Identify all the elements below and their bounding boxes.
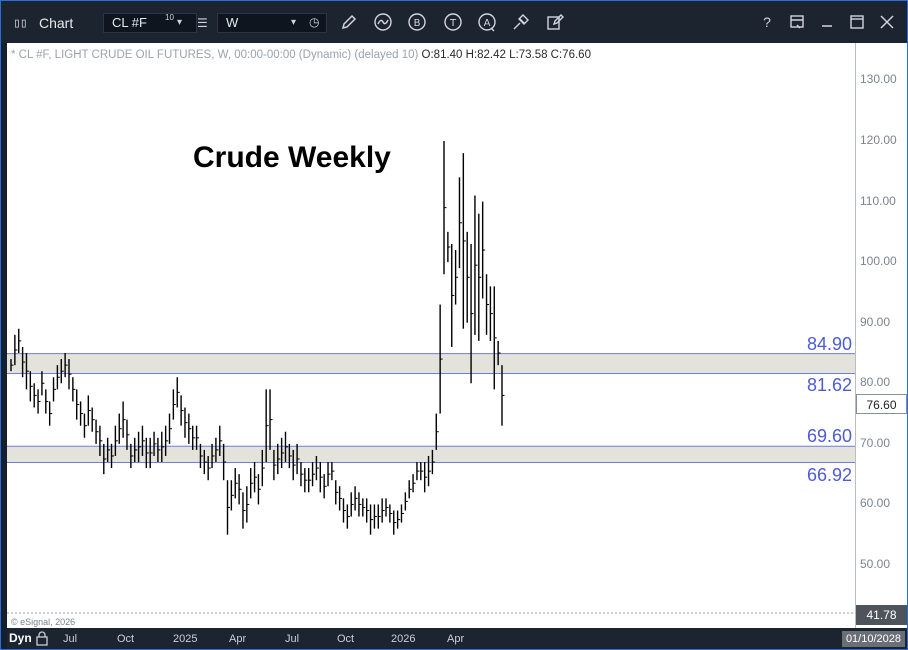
dynamic-mode-label[interactable]: Dyn <box>9 631 32 645</box>
legend-description: * CL #F, LIGHT CRUDE OIL FUTURES, W, 00:… <box>11 49 419 61</box>
y-tick-label: 70.00 <box>860 435 891 450</box>
interval-value: W <box>226 15 239 30</box>
zone-label-66-92: 66.92 <box>807 464 853 485</box>
x-tick-label: Oct <box>337 633 355 645</box>
x-tick-label: Oct <box>117 633 135 645</box>
price-bars <box>10 141 505 535</box>
maximize-icon[interactable] <box>845 11 869 33</box>
edit-icon[interactable] <box>543 11 567 33</box>
close-icon[interactable] <box>875 11 899 33</box>
svg-text:B: B <box>414 18 421 29</box>
wave-icon[interactable] <box>371 11 395 33</box>
date-badge: 01/10/2028 <box>841 631 905 647</box>
x-tick-label: Jul <box>63 633 78 645</box>
list-icon[interactable]: ☰ <box>197 16 208 30</box>
window-title: Chart <box>39 15 74 31</box>
last-price-badge: 76.60 <box>856 393 907 414</box>
copyright: © eSignal, 2026 <box>11 617 76 627</box>
letter-a-icon[interactable]: A <box>475 11 499 33</box>
symbol-value: CL #F <box>112 15 147 30</box>
panel-icon[interactable] <box>785 11 809 33</box>
zone-label-69-60: 69.60 <box>807 426 853 447</box>
legend-ohlc: O:81.40 H:82.42 L:73.58 C:76.60 <box>421 49 591 61</box>
x-tick-label: Jul <box>285 633 300 645</box>
x-tick-label: 2025 <box>173 633 198 645</box>
price-chart <box>7 141 855 614</box>
y-tick-label: 50.00 <box>860 557 891 571</box>
chevron-down-icon[interactable]: ▾ <box>177 17 182 28</box>
lock-icon[interactable] <box>35 631 49 646</box>
pencil-icon[interactable] <box>337 11 361 33</box>
settings-icon[interactable] <box>509 11 533 33</box>
symbol-superscript: 10 <box>165 13 174 22</box>
price-axis[interactable]: 76.60 41.78 130.00 120.00 110.00 100.00 90.0… <box>855 43 907 628</box>
minimize-icon[interactable] <box>815 11 839 33</box>
x-tick-label: 2026 <box>391 633 416 645</box>
low-value-badge: 41.78 <box>856 605 907 625</box>
letter-t-icon[interactable]: T <box>441 11 465 33</box>
svg-text:T: T <box>449 18 457 29</box>
symbol-input[interactable]: CL #F <box>103 13 197 33</box>
y-tick-label: 60.00 <box>860 496 891 511</box>
help-icon[interactable]: ? <box>755 11 779 33</box>
y-tick-label: 90.00 <box>860 314 891 329</box>
chart-legend: * CL #F, LIGHT CRUDE OIL FUTURES, W, 00:… <box>11 49 591 61</box>
svg-text:A: A <box>484 18 491 29</box>
y-tick-label: 110.00 <box>860 193 896 208</box>
chevron-down-icon[interactable]: ▾ <box>291 17 296 28</box>
y-tick-label: 130.00 <box>860 72 897 87</box>
toolbar: ▯▯ Chart CL #F 10 ▾ ☰ W ▾ ◷ B T A ? <box>1 1 907 43</box>
y-tick-label: 80.00 <box>860 375 891 390</box>
grid-icon[interactable]: ▯▯ <box>13 16 28 31</box>
y-tick-label: 100.00 <box>860 254 897 269</box>
chart-title: Crude Weekly <box>193 141 391 174</box>
time-axis[interactable]: Dyn 01/10/2028 Jul Oct 2025 Apr Jul Oct 2026 Ap… <box>7 628 907 649</box>
zone-label-81-62: 81.62 <box>807 375 853 396</box>
chart-window: ▯▯ Chart CL #F 10 ▾ ☰ W ▾ ◷ B T A ? * CL… <box>0 0 908 650</box>
plot-area[interactable]: * CL #F, LIGHT CRUDE OIL FUTURES, W, 00:… <box>7 43 855 628</box>
y-tick-label: 120.00 <box>860 133 897 147</box>
letter-b-icon[interactable]: B <box>405 11 429 33</box>
zone-band-0 <box>7 353 855 374</box>
x-tick-label: Apr <box>447 633 465 645</box>
zone-label-84-90: 84.90 <box>807 333 853 354</box>
clock-icon[interactable]: ◷ <box>309 15 319 29</box>
x-tick-label: Apr <box>229 633 247 645</box>
